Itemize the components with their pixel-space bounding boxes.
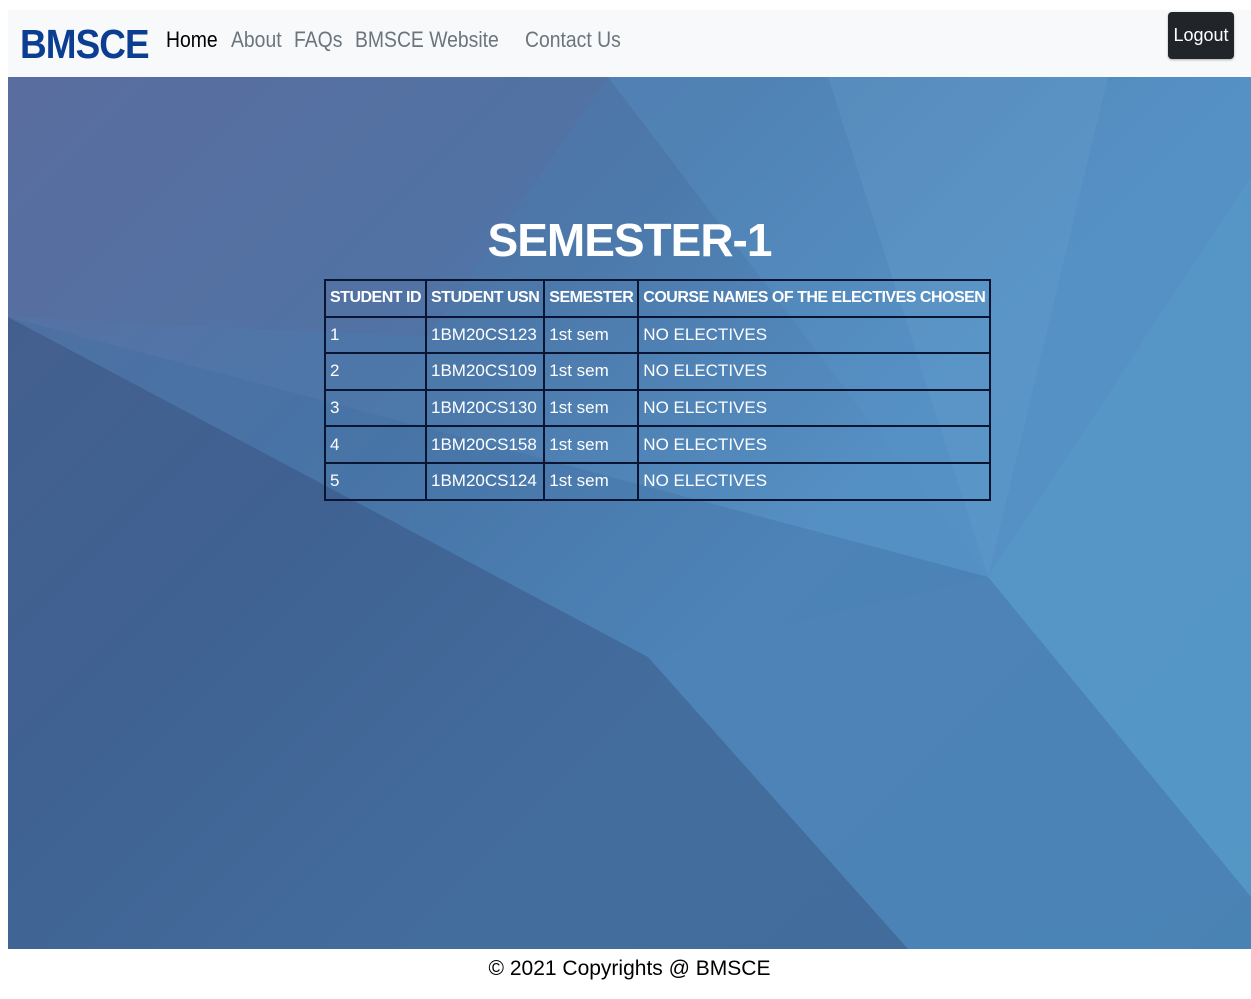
col-header-course-names: COURSE NAMES OF THE ELECTIVES CHOSEN	[637, 279, 992, 318]
cell-student-id: 3	[324, 388, 427, 428]
cell-semester: 1st sem	[543, 352, 640, 391]
table-header-row: STUDENT ID STUDENT USN SEMESTER COURSE N…	[324, 279, 992, 318]
table-row: 2 1BM20CS109 1st sem NO ELECTIVES	[324, 352, 992, 391]
table-row: 4 1BM20CS158 1st sem NO ELECTIVES	[324, 425, 992, 464]
cell-student-id: 4	[324, 425, 427, 464]
col-header-student-id: STUDENT ID	[324, 279, 427, 318]
cell-student-usn: 1BM20CS123	[424, 315, 546, 355]
footer: © 2021 Copyrights @ BMSCE	[8, 949, 1251, 999]
logout-button[interactable]: Logout	[1168, 12, 1234, 59]
nav-link-faqs[interactable]: FAQs	[294, 27, 342, 53]
cell-student-usn: 1BM20CS130	[424, 388, 546, 428]
hero-section: SEMESTER-1 STUDENT ID STUDENT USN SEMEST…	[8, 77, 1251, 949]
nav-link-home[interactable]: Home	[166, 27, 218, 53]
cell-electives: NO ELECTIVES	[637, 315, 992, 355]
table-row: 5 1BM20CS124 1st sem NO ELECTIVES	[324, 461, 992, 501]
nav-links: Home About FAQs BMSCE Website Contact Us	[166, 27, 625, 53]
nav-link-contact-us[interactable]: Contact Us	[525, 27, 621, 53]
electives-table: STUDENT ID STUDENT USN SEMESTER COURSE N…	[324, 279, 992, 501]
background-pattern	[8, 77, 1251, 949]
navbar: BMSCE Home About FAQs BMSCE Website Cont…	[8, 10, 1251, 77]
cell-semester: 1st sem	[543, 388, 640, 428]
cell-electives: NO ELECTIVES	[637, 461, 992, 501]
brand-logo[interactable]: BMSCE	[20, 21, 150, 68]
col-header-semester: SEMESTER	[543, 279, 640, 318]
nav-link-bmsce-website[interactable]: BMSCE Website	[355, 27, 499, 53]
cell-electives: NO ELECTIVES	[637, 425, 992, 464]
cell-student-usn: 1BM20CS124	[424, 461, 546, 501]
cell-semester: 1st sem	[543, 461, 640, 501]
cell-electives: NO ELECTIVES	[637, 388, 992, 428]
cell-electives: NO ELECTIVES	[637, 352, 992, 391]
table-row: 3 1BM20CS130 1st sem NO ELECTIVES	[324, 388, 992, 428]
nav-link-about[interactable]: About	[231, 27, 282, 53]
table-row: 1 1BM20CS123 1st sem NO ELECTIVES	[324, 315, 992, 355]
col-header-student-usn: STUDENT USN	[424, 279, 546, 318]
cell-student-id: 2	[324, 352, 427, 391]
cell-student-id: 5	[324, 461, 427, 501]
page-title: SEMESTER-1	[487, 214, 773, 266]
cell-student-usn: 1BM20CS109	[424, 352, 546, 391]
page-frame: BMSCE Home About FAQs BMSCE Website Cont…	[8, 10, 1251, 999]
copyright-text: © 2021 Copyrights @ BMSCE	[488, 957, 771, 980]
cell-semester: 1st sem	[543, 425, 640, 464]
cell-student-id: 1	[324, 315, 427, 355]
cell-student-usn: 1BM20CS158	[424, 425, 546, 464]
cell-semester: 1st sem	[543, 315, 640, 355]
